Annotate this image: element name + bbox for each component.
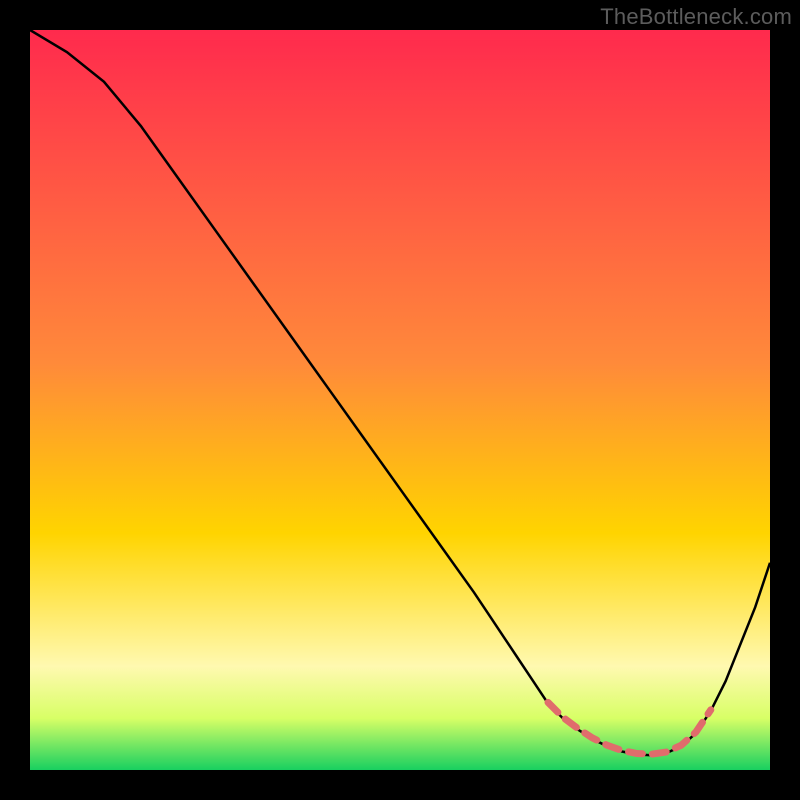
- gradient-background: [30, 30, 770, 770]
- watermark-label: TheBottleneck.com: [600, 4, 792, 30]
- bottleneck-chart: [30, 30, 770, 770]
- chart-frame: TheBottleneck.com: [0, 0, 800, 800]
